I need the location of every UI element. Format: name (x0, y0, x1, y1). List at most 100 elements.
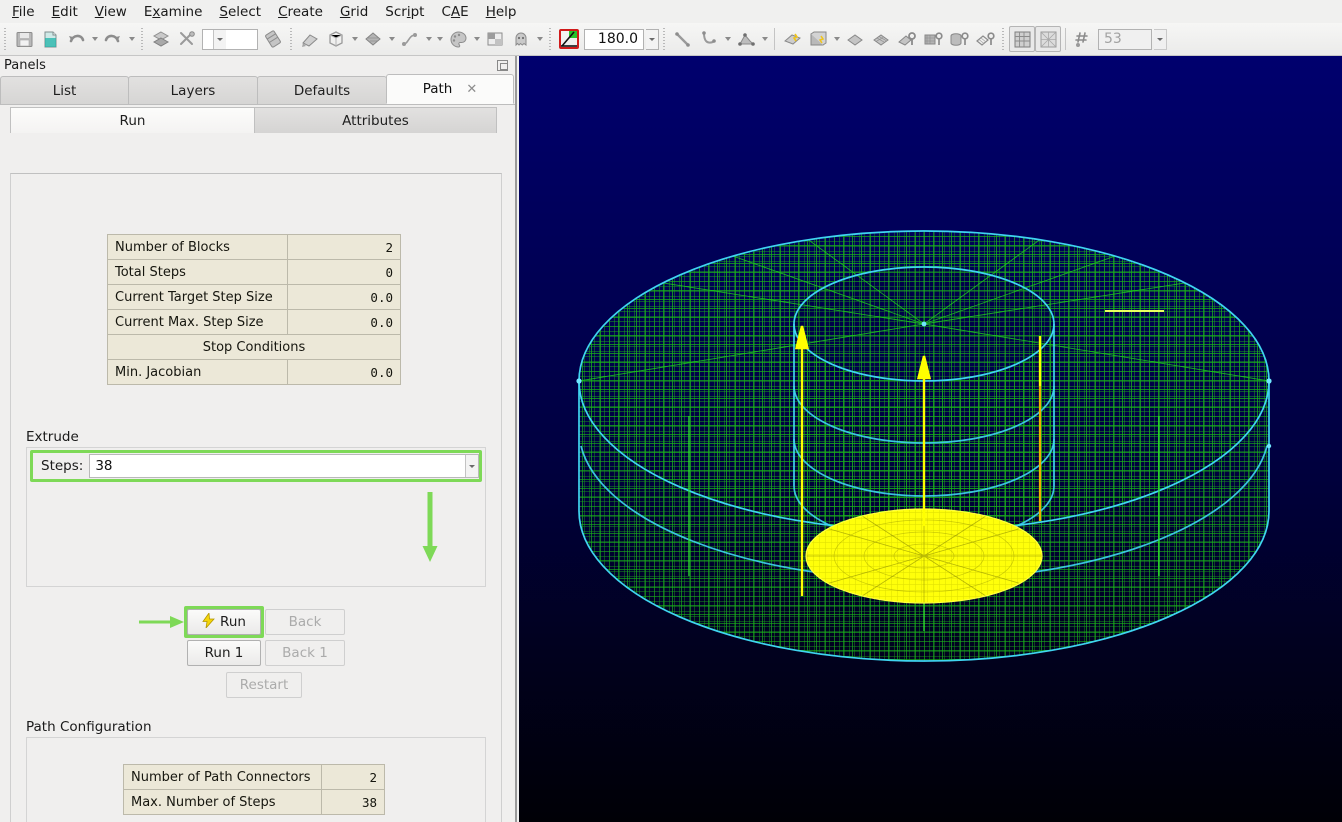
path-configuration-label: Path Configuration (26, 719, 152, 735)
toolbar-grip-6[interactable] (1000, 28, 1007, 50)
stat-key: Min. Jacobian (107, 359, 288, 385)
cube-icon[interactable] (323, 26, 349, 52)
point-cloud-icon[interactable] (733, 26, 759, 52)
palette-dropdown-arrow[interactable] (471, 26, 482, 52)
paint-icon[interactable] (297, 26, 323, 52)
table-row: Current Target Step Size 0.0 (107, 284, 401, 310)
stat-key: Total Steps (107, 259, 288, 285)
toolbar-grip[interactable] (2, 28, 9, 50)
curve-icon[interactable] (397, 26, 423, 52)
stat-value: 0.0 (287, 284, 401, 310)
menu-item-grid[interactable]: Grid (332, 2, 377, 22)
menu-item-create[interactable]: Create (270, 2, 332, 22)
menu-item-select[interactable]: Select (211, 2, 270, 22)
ghost-icon[interactable] (508, 26, 534, 52)
angle-field[interactable]: 180.0 (584, 28, 644, 50)
hash-icon[interactable] (1070, 26, 1096, 52)
stat-key: Number of Blocks (107, 234, 288, 260)
solid-dropdown-arrow[interactable] (831, 26, 842, 52)
tab-defaults-label: Defaults (293, 82, 351, 99)
menu-item-file[interactable]: File (4, 2, 44, 22)
table-row: Number of Path Connectors 2 (123, 764, 385, 790)
toolbar-grip-5[interactable] (661, 28, 668, 50)
diamond-icon[interactable] (360, 26, 386, 52)
new-file-icon[interactable] (37, 26, 63, 52)
steps-spinner[interactable] (465, 455, 478, 477)
database-icon[interactable] (260, 26, 286, 52)
redo-dropdown-arrow[interactable] (126, 26, 137, 52)
save-icon[interactable] (11, 26, 37, 52)
surface-icon[interactable] (779, 26, 805, 52)
run-button[interactable]: Run (187, 609, 261, 635)
line-icon[interactable] (670, 26, 696, 52)
float-window-icon[interactable] (497, 60, 508, 71)
lightning-bolt-icon (202, 611, 215, 631)
menu-item-examine[interactable]: Examine (136, 2, 212, 22)
tab-path[interactable]: Path ✕ (386, 74, 514, 104)
menu-item-edit[interactable]: Edit (44, 2, 87, 22)
tools-icon[interactable] (174, 26, 200, 52)
tab-run-label: Run (119, 112, 146, 129)
element-count-field[interactable]: 53 (1098, 28, 1152, 50)
path-stats-table: Number of Blocks 2 Total Steps 0 Current… (107, 234, 401, 385)
layers-icon[interactable] (148, 26, 174, 52)
path-run-panel: Number of Blocks 2 Total Steps 0 Current… (10, 173, 502, 822)
angle-spinner[interactable] (646, 28, 659, 50)
grid-wire-icon[interactable] (1035, 26, 1061, 52)
menu-item-help[interactable]: Help (478, 2, 526, 22)
cube-dropdown-arrow[interactable] (349, 26, 360, 52)
steps-input[interactable]: 38 (89, 454, 479, 478)
menu-item-cae[interactable]: CAE (433, 2, 477, 22)
tab-attributes[interactable]: Attributes (254, 107, 497, 133)
tab-list[interactable]: List (0, 76, 129, 104)
path-connectors-key: Number of Path Connectors (123, 764, 322, 790)
toolbar-grip-2[interactable] (139, 28, 146, 50)
toolbar-combo-arrow[interactable] (213, 29, 226, 49)
undo-dropdown-arrow[interactable] (89, 26, 100, 52)
block-icon[interactable] (482, 26, 508, 52)
diamond-dropdown-arrow[interactable] (386, 26, 397, 52)
menu-item-view[interactable]: View (87, 2, 136, 22)
tab-layers[interactable]: Layers (128, 76, 258, 104)
point-cloud-dropdown-arrow[interactable] (759, 26, 770, 52)
toolbar-separator-2 (1065, 28, 1066, 50)
mesh-wrench-icon[interactable] (972, 26, 998, 52)
spline-icon[interactable] (696, 26, 722, 52)
dock-title-bar: Panels (0, 56, 515, 75)
block-wrench-icon[interactable] (920, 26, 946, 52)
ghost-dropdown-arrow[interactable] (534, 26, 545, 52)
stat-value: 0.0 (287, 309, 401, 335)
spline-dropdown-arrow[interactable] (722, 26, 733, 52)
undo-icon[interactable] (63, 26, 89, 52)
toolbar-overflow-arrow[interactable] (434, 26, 445, 52)
run-1-button[interactable]: Run 1 (187, 640, 261, 666)
toolbar-grip-4[interactable] (547, 28, 554, 50)
quad-icon[interactable] (842, 26, 868, 52)
tab-layers-label: Layers (170, 82, 216, 99)
solid-bolt-icon[interactable] (805, 26, 831, 52)
angle-icon[interactable] (556, 26, 582, 52)
back-button[interactable]: Back (265, 609, 345, 635)
3d-viewport[interactable] (519, 56, 1342, 822)
back-1-button-label: Back 1 (282, 645, 328, 661)
triangle-wrench-icon[interactable] (894, 26, 920, 52)
toolbar-grip-3[interactable] (288, 28, 295, 50)
toolbar-combo-field[interactable] (202, 28, 258, 50)
panels-dock: Panels List Layers Defaults Path ✕ Run A… (0, 56, 517, 822)
restart-button[interactable]: Restart (226, 672, 302, 698)
redo-icon[interactable] (100, 26, 126, 52)
menu-item-script[interactable]: Script (377, 2, 433, 22)
cylinder-wrench-icon[interactable] (946, 26, 972, 52)
grid-solid-icon[interactable] (1009, 26, 1035, 52)
tab-run[interactable]: Run (10, 107, 255, 133)
close-icon[interactable]: ✕ (466, 83, 477, 96)
palette-icon[interactable] (445, 26, 471, 52)
curve-dropdown-arrow[interactable] (423, 26, 434, 52)
tab-defaults[interactable]: Defaults (257, 76, 387, 104)
element-count-spinner[interactable] (1154, 28, 1167, 50)
quad-mesh-icon[interactable] (868, 26, 894, 52)
path-configuration-table: Number of Path Connectors 2 Max. Number … (123, 764, 385, 815)
path-sub-tab-strip: Run Attributes (0, 105, 515, 133)
back-1-button[interactable]: Back 1 (265, 640, 345, 666)
path-connectors-value: 2 (321, 764, 385, 790)
